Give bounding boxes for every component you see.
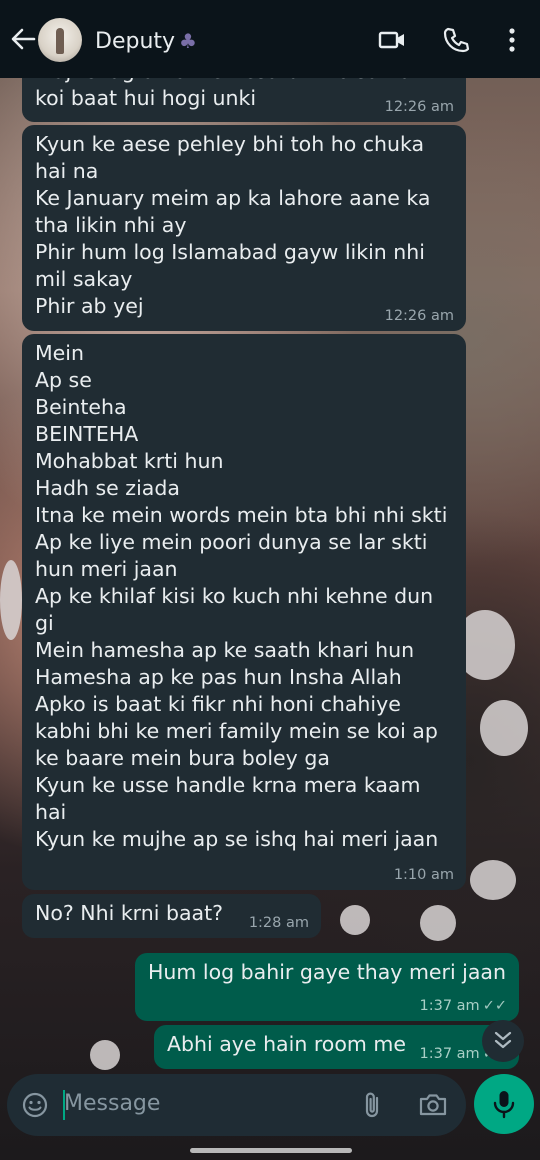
read-ticks-icon: ✓✓ (482, 998, 507, 1014)
emoji-icon[interactable] (21, 1091, 49, 1119)
message-text: Hum log bahir gaye thay meri jaan (148, 960, 506, 984)
more-vertical-icon[interactable] (496, 24, 528, 56)
video-call-icon[interactable] (376, 24, 408, 56)
camera-icon[interactable] (417, 1090, 449, 1120)
message-bubble-outgoing[interactable]: Hum log bahir gaye thay meri jaan 1:37 a… (135, 953, 519, 1021)
message-bubble-outgoing[interactable]: Abhi aye hain room me 1:37 am✓✓ (154, 1025, 519, 1069)
message-bubble-incoming[interactable]: Kyun ke aese pehley bhi toh ho chuka hai… (22, 125, 466, 331)
contact-title[interactable]: Deputy ♣ (95, 29, 197, 54)
chat-header: Deputy ♣ (0, 0, 540, 78)
microphone-button[interactable] (474, 1074, 534, 1134)
paperclip-icon[interactable] (359, 1090, 387, 1120)
message-time-value: 1:37 am (419, 1046, 480, 1062)
message-bubble-incoming[interactable]: Mein Ap se Beinteha BEINTEHA Mohabbat kr… (22, 334, 466, 890)
message-bubble-incoming[interactable]: No? Nhi krni baat? 1:28 am (22, 894, 321, 938)
back-arrow-icon[interactable] (8, 24, 38, 54)
message-time: 12:26 am (384, 99, 454, 115)
message-time: 1:28 am (248, 915, 309, 931)
message-time: 12:26 am (384, 308, 454, 324)
contact-name: Deputy (95, 29, 176, 54)
message-text: Mein Ap se Beinteha BEINTEHA Mohabbat kr… (35, 341, 448, 851)
message-input[interactable]: Message (64, 1091, 160, 1116)
message-time: 1:10 am (393, 867, 454, 883)
double-chevron-down-icon[interactable] (482, 1020, 524, 1062)
microphone-icon (490, 1088, 518, 1120)
phone-call-icon[interactable] (440, 24, 472, 56)
message-text: Kyun ke aese pehley bhi toh ho chuka hai… (35, 132, 431, 318)
message-time: 1:37 am✓✓ (420, 998, 508, 1014)
contact-suffix: ♣ (179, 29, 197, 53)
message-bubble-incoming[interactable]: Mujhe lagta hai ke Aesa bhi ho sakta koi… (22, 78, 466, 122)
message-composer[interactable]: Message (7, 1074, 466, 1136)
message-time-value: 1:37 am (419, 998, 480, 1014)
home-indicator (190, 1148, 352, 1153)
avatar[interactable] (38, 18, 82, 62)
message-list[interactable]: Mujhe lagta hai ke Aesa bhi ho sakta koi… (0, 78, 540, 1070)
